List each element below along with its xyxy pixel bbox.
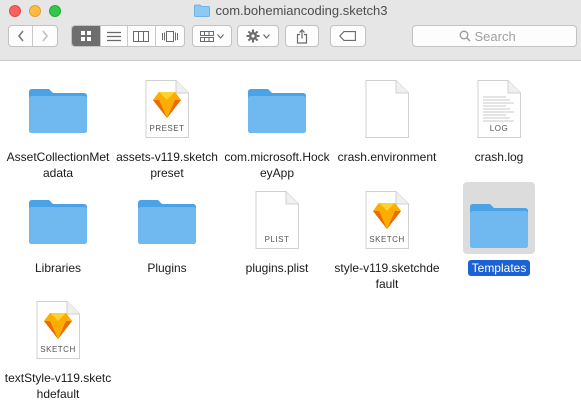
arrange-grid-icon: [200, 30, 214, 42]
plist-document-icon: PLIST: [254, 190, 300, 250]
chevron-down-icon: [263, 33, 270, 39]
file-name-label: AssetCollectionM​etadata: [6, 150, 110, 180]
file-grid: AssetCollectionM​etadata PRESET assets-​v1…: [0, 61, 581, 411]
file-name-label: Libraries: [34, 261, 82, 275]
document-icon: [364, 79, 410, 139]
file-item-plugins-plist[interactable]: PLIST plugins.plist: [222, 186, 332, 276]
chevron-left-icon: [17, 30, 24, 42]
list-icon: [106, 31, 121, 41]
folder-item-assetcollectionmetadata[interactable]: AssetCollectionM​etadata: [3, 75, 113, 181]
file-type-badge: LOG: [489, 124, 509, 133]
cover-flow-icon: [161, 30, 178, 42]
columns-icon: [133, 30, 150, 42]
log-document-icon: LOG: [476, 79, 522, 139]
folder-item-libraries[interactable]: Libraries: [3, 186, 113, 276]
chevron-down-icon: [217, 33, 224, 39]
back-button[interactable]: [9, 26, 34, 46]
list-view-button[interactable]: [101, 26, 129, 46]
back-forward-group: [8, 25, 58, 47]
arrange-button[interactable]: [192, 25, 232, 47]
file-type-badge: PRESET: [149, 124, 185, 133]
search-field[interactable]: [412, 25, 577, 47]
cover-flow-button[interactable]: [156, 26, 184, 46]
column-view-button[interactable]: [128, 26, 156, 46]
folder-icon: [246, 86, 308, 139]
share-button[interactable]: [285, 25, 319, 47]
file-name-label: plugins.plist: [245, 261, 309, 275]
file-name-label: crash.environmen​t: [337, 150, 437, 164]
share-icon: [296, 28, 308, 44]
window-title-text: com.bohemiancoding.sketch3: [215, 3, 388, 18]
search-input[interactable]: [474, 28, 531, 44]
folder-icon: [136, 197, 198, 250]
icon-view-button[interactable]: [72, 26, 101, 46]
file-item-style-v119-sketchdefault[interactable]: SKETCH style-​v119.sketchdefault: [332, 186, 442, 292]
file-name-label: crash.log: [474, 150, 524, 164]
grid-icon: [80, 31, 91, 41]
file-item-textstyle-v119-sketchdefault[interactable]: SKETCH textStyle-​v119.sketchdefault: [3, 296, 113, 402]
folder-icon: [27, 86, 89, 139]
finder-window: com.bohemiancoding.sketch3 Search AssetC…: [0, 0, 581, 411]
action-menu-button[interactable]: [237, 25, 279, 47]
folder-icon: [27, 197, 89, 250]
file-type-badge: PLIST: [264, 235, 290, 244]
forward-button[interactable]: [33, 26, 57, 46]
file-name-label: Templates: [467, 260, 531, 276]
toolbar: com.bohemiancoding.sketch3: [0, 0, 581, 61]
file-item-crash-environment[interactable]: crash.environmen​t: [332, 75, 442, 165]
file-name-label: textStyle-​v119.sketchdefault: [4, 371, 112, 401]
folder-item-plugins[interactable]: Plugins: [112, 186, 222, 276]
tag-icon: [339, 31, 356, 41]
window-title: com.bohemiancoding.sketch3: [0, 3, 581, 18]
file-item-assets-v119-sketchpreset[interactable]: PRESET assets-​v119.sketchpreset: [112, 75, 222, 181]
file-name-label: Plugins: [147, 261, 187, 275]
folder-icon: [468, 201, 530, 254]
file-item-crash-log[interactable]: LOG crash.log: [444, 75, 554, 165]
file-type-badge: SKETCH: [369, 235, 405, 244]
sketch-document-icon: SKETCH: [35, 300, 81, 360]
file-name-label: style-​v119.sketchdefault: [334, 261, 440, 291]
search-icon: [459, 30, 471, 42]
file-name-label: com.microsoft.Ho​ckeyApp: [224, 150, 330, 180]
gear-icon: [246, 29, 260, 43]
folder-item-com-microsoft-hockeyapp[interactable]: com.microsoft.Ho​ckeyApp: [222, 75, 332, 181]
folder-icon: [193, 4, 210, 17]
folder-item-templates[interactable]: Templates: [444, 182, 554, 276]
sketch-document-icon: SKETCH: [364, 190, 410, 250]
file-type-badge: SKETCH: [40, 345, 76, 354]
view-mode-group: [71, 25, 185, 47]
tags-button[interactable]: [330, 25, 366, 47]
file-name-label: assets-​v119.sketchpreset: [116, 150, 218, 180]
chevron-right-icon: [42, 30, 49, 42]
sketch-document-icon: PRESET: [144, 79, 190, 139]
